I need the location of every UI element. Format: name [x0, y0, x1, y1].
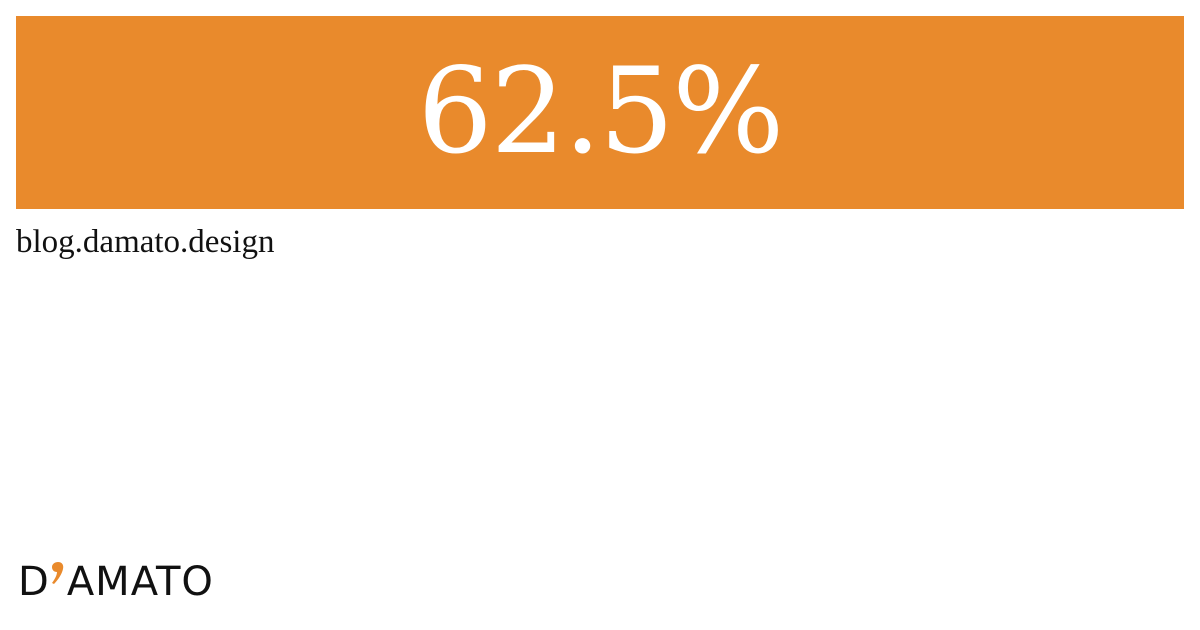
damato-logo: D AMATO [18, 558, 214, 606]
headline-percentage: 62.5% [417, 41, 785, 180]
apostrophe-icon [51, 562, 64, 584]
logo-wordmark: AMATO [66, 559, 214, 605]
og-card: 62.5% blog.damato.design D AMATO [0, 0, 1200, 630]
logo-letter-d: D [18, 559, 50, 605]
percentage-banner: 62.5% [16, 16, 1184, 209]
site-url: blog.damato.design [16, 224, 275, 260]
